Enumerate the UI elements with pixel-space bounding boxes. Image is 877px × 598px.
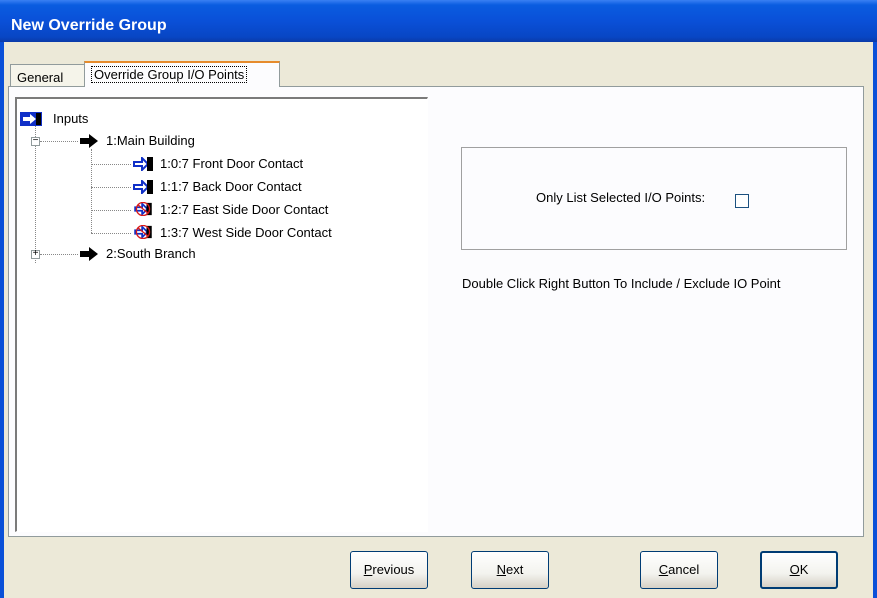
tree-node-label: 2:South Branch — [106, 246, 196, 261]
mnemonic: C — [658, 562, 669, 577]
button-label: K — [799, 562, 809, 577]
only-list-selected-label: Only List Selected I/O Points: — [536, 190, 706, 205]
tree-node-label: 1:Main Building — [106, 133, 195, 148]
tree-line — [40, 141, 78, 142]
next-button[interactable]: Next — [471, 551, 549, 589]
arrow-right-icon — [80, 247, 98, 261]
only-list-selected-checkbox[interactable] — [735, 194, 749, 208]
collapse-toggle[interactable]: − — [31, 136, 40, 146]
tree-node-label: 1:2:7 East Side Door Contact — [160, 202, 329, 217]
io-point-icon — [133, 157, 153, 171]
tree-line — [91, 164, 131, 165]
tree-line — [91, 149, 92, 233]
tab-override-group-io-points[interactable]: Override Group I/O Points — [84, 61, 280, 87]
button-label: ext — [506, 562, 524, 577]
excluded-io-point-icon — [134, 225, 152, 239]
mnemonic: O — [789, 562, 800, 577]
tree-node-io-point-excluded[interactable]: 1:2:7 East Side Door Contact — [132, 201, 382, 219]
ok-button[interactable]: OK — [760, 551, 838, 589]
tab-general[interactable]: General — [10, 64, 85, 87]
previous-button[interactable]: Previous — [350, 551, 428, 589]
window-frame-left — [0, 42, 4, 598]
mnemonic: N — [496, 562, 507, 577]
button-label: revious — [372, 562, 415, 577]
tree-line — [91, 187, 131, 188]
instruction-text: Double Click Right Button To Include / E… — [462, 276, 781, 291]
io-point-icon — [133, 180, 153, 194]
tree-node-label: 1:3:7 West Side Door Contact — [160, 225, 332, 240]
arrow-right-icon — [80, 134, 98, 148]
window-frame-right — [873, 42, 877, 598]
tree-line — [91, 210, 131, 211]
expand-toggle[interactable]: + — [31, 249, 40, 259]
window-title: New Override Group — [0, 0, 877, 42]
tree-node-io-point[interactable]: 1:0:7 Front Door Contact — [132, 155, 372, 173]
tree-node-io-point-excluded[interactable]: 1:3:7 West Side Door Contact — [132, 224, 392, 242]
button-label: ancel — [668, 562, 700, 577]
tree-node-io-point[interactable]: 1:1:7 Back Door Contact — [132, 178, 372, 196]
tree-line — [40, 254, 78, 255]
tree-line — [91, 233, 131, 234]
excluded-io-point-icon — [134, 202, 152, 216]
io-points-tree[interactable]: − + Inputs 1:Main Building 1:0:7 Front D… — [15, 97, 428, 532]
tab-label: Override Group I/O Points — [91, 66, 248, 83]
tree-node-main-building[interactable]: 1:Main Building — [78, 132, 238, 150]
cancel-button[interactable]: Cancel — [640, 551, 718, 589]
tree-node-label: Inputs — [53, 111, 89, 126]
tree-node-inputs[interactable]: Inputs — [20, 110, 140, 128]
tree-node-label: 1:0:7 Front Door Contact — [160, 156, 304, 171]
tree-node-south-branch[interactable]: 2:South Branch — [78, 245, 238, 263]
tree-node-label: 1:1:7 Back Door Contact — [160, 179, 302, 194]
io-point-icon — [20, 112, 42, 126]
